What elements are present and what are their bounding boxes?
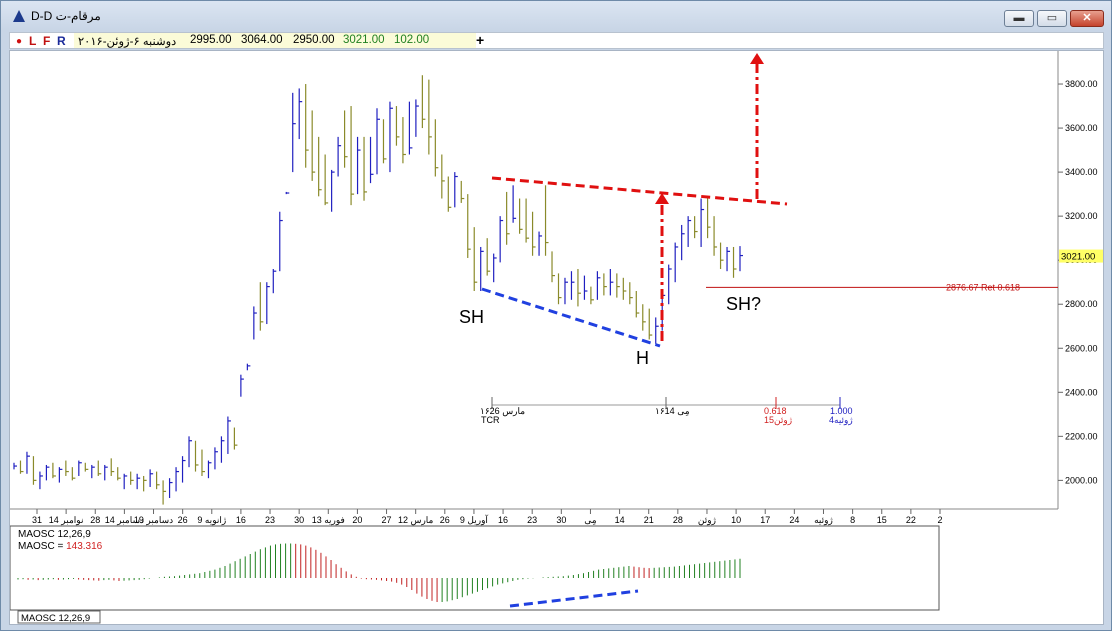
y-tick-label: 2000.00 bbox=[1065, 475, 1098, 485]
h-label: H bbox=[636, 348, 649, 368]
tc-tcr-label: TCR bbox=[481, 415, 500, 425]
x-tick-label: 26 bbox=[440, 515, 450, 525]
x-tick-label: 23 bbox=[265, 515, 275, 525]
x-tick-label: 28 bbox=[90, 515, 100, 525]
minimize-icon: ▬ bbox=[1013, 12, 1025, 24]
toolbar-f-button[interactable]: F bbox=[43, 34, 50, 48]
y-tick-label: 2800.00 bbox=[1065, 299, 1098, 309]
price-chart-svg[interactable]: 3800.003600.003400.003200.003000.002800.… bbox=[10, 51, 1103, 624]
osc-value-label: MAOSC = bbox=[18, 541, 66, 552]
quote-change: 102.00 bbox=[394, 34, 430, 46]
quote-low: 2950.00 bbox=[293, 34, 335, 46]
x-tick-label: 24 bbox=[789, 515, 799, 525]
x-tick-label: 2 bbox=[937, 515, 942, 525]
oscillator-tab-label: MAOSC 12,26,9 bbox=[21, 613, 90, 624]
quote-open: 2995.00 bbox=[190, 34, 232, 46]
osc-title-1: MAOSC 12,26,9 bbox=[18, 529, 91, 540]
record-dot-icon[interactable]: ● bbox=[16, 36, 22, 47]
x-tick-label: 15 bbox=[877, 515, 887, 525]
y-tick-label: 3800.00 bbox=[1065, 79, 1098, 89]
price-bars bbox=[13, 75, 743, 505]
x-tick-label: 23 bbox=[527, 515, 537, 525]
maximize-button[interactable]: ▭ bbox=[1037, 10, 1067, 27]
add-indicator-button[interactable]: + bbox=[476, 32, 484, 48]
tc-618-date: 15ژوئن bbox=[764, 415, 792, 426]
time-cycle-tool: ۱۶مارس 26 TCR ۱۶مِی 14 0.618 15ژوئن 1.00… bbox=[480, 397, 853, 426]
tc-100-date: 4ژوئیه bbox=[829, 415, 853, 426]
osc-title-2: MAOSC = 143.316 bbox=[18, 541, 103, 552]
x-tick-label: 31 bbox=[32, 515, 42, 525]
x-tick-label: 9 آوریل bbox=[460, 514, 489, 526]
y-tick-label: 3200.00 bbox=[1065, 211, 1098, 221]
quote-date: دوشنبه ۶-ژوئن-۲۰۱۶ bbox=[78, 36, 177, 48]
sh-right-label: SH? bbox=[726, 294, 761, 314]
app-window: D-D مرقام-ت ▬ ▭ ✕ ● L F R دوشنبه ۶-ژوئن-… bbox=[0, 0, 1112, 631]
x-tick-label: 12 مارس bbox=[398, 515, 434, 526]
x-tick-label: مِی bbox=[584, 515, 597, 526]
y-tick-label: 2600.00 bbox=[1065, 343, 1098, 353]
app-logo-icon bbox=[13, 10, 25, 22]
quote-high: 3064.00 bbox=[241, 34, 283, 46]
y-tick-label: 3600.00 bbox=[1065, 123, 1098, 133]
x-tick-label: 19 دسامبر bbox=[134, 515, 173, 526]
x-tick-label: 17 bbox=[760, 515, 770, 525]
osc-value: 143.316 bbox=[66, 541, 103, 552]
window-title: D-D مرقام-ت bbox=[31, 9, 101, 23]
resistance-trendline bbox=[491, 176, 788, 206]
x-tick-label: 27 bbox=[382, 515, 392, 525]
x-tick-label: 13 فوریه bbox=[312, 515, 345, 526]
last-price-label: 3021.00 bbox=[1061, 252, 1095, 263]
x-tick-label: 14 bbox=[615, 515, 625, 525]
maximize-icon: ▭ bbox=[1046, 12, 1058, 24]
x-tick-label: 21 bbox=[644, 515, 654, 525]
y-tick-label: 3400.00 bbox=[1065, 167, 1098, 177]
close-button[interactable]: ✕ bbox=[1070, 10, 1104, 27]
x-tick-label: 26 bbox=[178, 515, 188, 525]
oscillator-pane[interactable] bbox=[10, 525, 940, 611]
quote-close: 3021.00 bbox=[343, 34, 385, 46]
arrow-head-2-icon bbox=[750, 53, 764, 64]
x-tick-label: 9 ژانویه bbox=[197, 515, 226, 526]
x-tick-label: 16 bbox=[236, 515, 246, 525]
x-tick-label: ژوئیه bbox=[814, 515, 833, 526]
chart-panel[interactable]: 3800.003600.003400.003200.003000.002800.… bbox=[9, 50, 1104, 625]
sh-left-label: SH bbox=[459, 307, 484, 327]
x-tick-label: 30 bbox=[294, 515, 304, 525]
x-tick-label: 28 bbox=[673, 515, 683, 525]
x-tick-label: 16 bbox=[498, 515, 508, 525]
toolbar-r-button[interactable]: R bbox=[57, 34, 66, 48]
y-tick-label: 2400.00 bbox=[1065, 387, 1098, 397]
y-tick-label: 2200.00 bbox=[1065, 431, 1098, 441]
toolbar-l-button[interactable]: L bbox=[29, 34, 36, 48]
price-axis-ticks: 3800.003600.003400.003200.003000.002800.… bbox=[1058, 79, 1098, 485]
x-tick-label: 10 bbox=[731, 515, 741, 525]
minimize-button[interactable]: ▬ bbox=[1004, 10, 1034, 27]
retracement-label: 2876.67 Ret 0.618 bbox=[946, 282, 1020, 292]
x-tick-label: 22 bbox=[906, 515, 916, 525]
x-tick-label: 14 نوامبر bbox=[49, 515, 84, 526]
close-icon: ✕ bbox=[1082, 12, 1092, 24]
x-tick-label: ژوئن bbox=[698, 515, 716, 526]
chart-toolbar: ● L F R دوشنبه ۶-ژوئن-۲۰۱۶ 2995.00 3064.… bbox=[9, 32, 1104, 49]
x-tick-label: 8 bbox=[850, 515, 855, 525]
x-tick-label: 30 bbox=[556, 515, 566, 525]
x-tick-label: 20 bbox=[352, 515, 362, 525]
quote-info-bar: دوشنبه ۶-ژوئن-۲۰۱۶ 2995.00 3064.00 2950.… bbox=[74, 33, 476, 48]
time-axis-ticks: 31 14 نوامبر 28 14 دسامبر19 دسامبر 26 9 ژانوی… bbox=[32, 509, 943, 526]
tc-mid-label: ۱۶مِی 14 bbox=[655, 406, 690, 417]
title-bar[interactable]: D-D مرقام-ت ▬ ▭ ✕ bbox=[1, 1, 1111, 31]
